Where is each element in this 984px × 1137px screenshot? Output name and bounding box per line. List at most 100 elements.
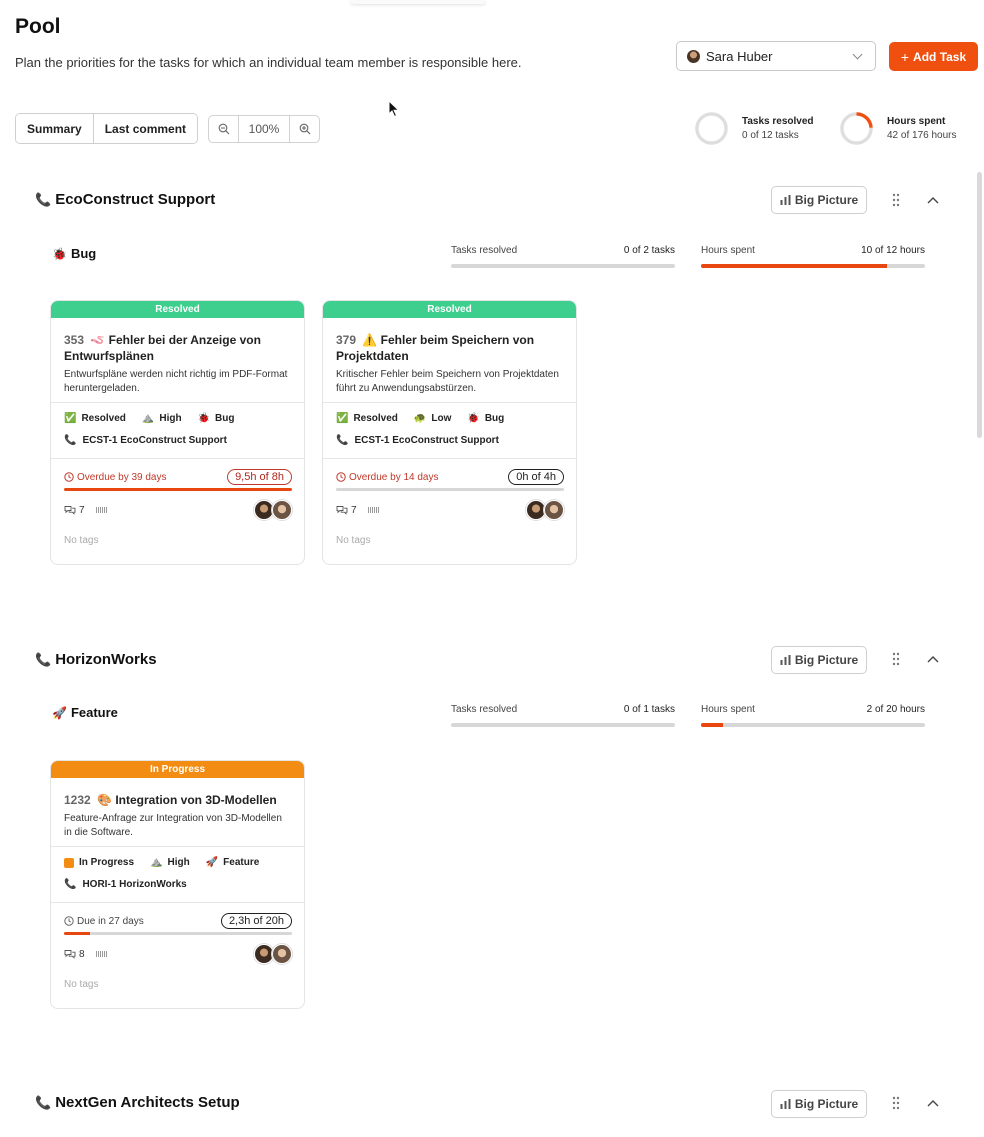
type-title: 🐞 Bug — [52, 246, 96, 261]
task-project[interactable]: 📞 ECST-1 EcoConstruct Support — [51, 424, 304, 458]
zoom-in-icon — [299, 123, 310, 135]
project-title: 📞 HorizonWorks — [35, 651, 157, 668]
tags-empty: No tags — [64, 535, 99, 546]
phone-icon: 📞 — [35, 651, 52, 667]
task-card[interactable]: In Progress 1232 🎨 Integration von 3D-Mo… — [50, 760, 305, 1009]
turtle-icon: 🐢 — [413, 413, 427, 424]
task-card[interactable]: Resolved 379 ⚠️ Fehler beim Speichern vo… — [322, 300, 577, 565]
bar-chart-icon — [780, 1099, 791, 1109]
priority-attr[interactable]: ⛰️ High — [150, 857, 190, 868]
avatar — [544, 500, 564, 520]
view-toggle: Summary Last comment — [15, 113, 199, 144]
chevron-up-icon[interactable] — [927, 196, 939, 204]
metric-label: Tasks resolved — [451, 245, 518, 256]
zoom-in-button[interactable] — [290, 116, 319, 142]
drag-handle-icon[interactable] — [891, 652, 901, 666]
project-name: EcoConstruct Support — [55, 191, 216, 208]
check-icon: ✅ — [336, 413, 349, 424]
zoom-out-button[interactable] — [209, 116, 238, 142]
avatar — [254, 500, 274, 520]
big-picture-label: Big Picture — [794, 653, 859, 667]
card-title[interactable]: 1232 🎨 Integration von 3D-Modellen — [51, 778, 304, 808]
priority-attr[interactable]: ⛰️ High — [142, 413, 182, 424]
due-text: Overdue by 39 days — [77, 471, 167, 483]
assignees[interactable] — [526, 500, 564, 520]
priority-attr[interactable]: 🐢 Low — [414, 413, 451, 424]
card-footer: 8 — [51, 935, 304, 965]
card-title[interactable]: 353 🪱 Fehler bei der Anzeige von Entwurf… — [51, 318, 304, 364]
priority-high-icon: ⛰️ — [150, 857, 163, 868]
due-status: Due in 27 days — [64, 916, 144, 927]
assignees[interactable] — [254, 500, 292, 520]
type-attr[interactable]: 🐞 Bug — [198, 413, 235, 424]
type-text: Feature — [223, 857, 260, 868]
scrollbar[interactable] — [977, 172, 982, 438]
task-card[interactable]: Resolved 353 🪱 Fehler bei der Anzeige vo… — [50, 300, 305, 565]
chevron-up-icon[interactable] — [927, 655, 939, 663]
metric-value: 0 of 2 tasks — [623, 245, 675, 256]
status-attr[interactable]: In Progress — [64, 857, 134, 868]
metric-value: 0 of 1 tasks — [623, 704, 675, 715]
task-description: Kritischer Fehler beim Speichern von Pro… — [336, 369, 559, 394]
hours-ring — [840, 112, 873, 145]
project-text: ECST-1 EcoConstruct Support — [354, 435, 499, 446]
type-text: Bug — [484, 413, 505, 424]
metric-label: Hours spent — [701, 704, 755, 715]
type-tasks-metric: Tasks resolved 0 of 1 tasks — [451, 704, 675, 727]
type-attr[interactable]: 🐞 Bug — [467, 413, 504, 424]
tab-last-comment[interactable]: Last comment — [92, 114, 198, 143]
task-attributes: In Progress ⛰️ High 🚀 Feature — [51, 847, 304, 868]
task-project[interactable]: 📞 ECST-1 EcoConstruct Support — [323, 424, 576, 458]
project-title: 📞 EcoConstruct Support — [35, 191, 215, 208]
add-task-button[interactable]: + Add Task — [889, 42, 978, 71]
comments-count[interactable]: 7 — [64, 505, 108, 516]
comments-icon — [336, 506, 348, 515]
assignees[interactable] — [254, 944, 292, 964]
stat-value: 0 of 12 tasks — [742, 130, 799, 141]
user-select[interactable]: Sara Huber — [676, 41, 876, 71]
bug-icon: 🐞 — [467, 413, 480, 424]
avatar — [272, 944, 292, 964]
metric-label: Hours spent — [701, 245, 755, 256]
status-band: In Progress — [51, 761, 304, 778]
status-attr[interactable]: ✅ Resolved — [64, 413, 126, 424]
card-title[interactable]: 379 ⚠️ Fehler beim Speichern von Projekt… — [323, 318, 576, 364]
add-task-label: Add Task — [913, 49, 967, 64]
big-picture-button[interactable]: Big Picture — [771, 1090, 867, 1118]
comments-count[interactable]: 7 — [336, 505, 380, 516]
zoom-out-icon — [218, 123, 229, 135]
phone-icon: 📞 — [64, 435, 77, 446]
clock-icon — [64, 472, 74, 482]
warning-icon: ⚠️ — [362, 333, 378, 347]
comments-count[interactable]: 8 — [64, 949, 108, 960]
status-attr[interactable]: ✅ Resolved — [336, 413, 398, 424]
big-picture-button[interactable]: Big Picture — [771, 646, 867, 674]
task-project[interactable]: 📞 HORI-1 HorizonWorks — [51, 868, 304, 902]
big-picture-label: Big Picture — [794, 193, 859, 207]
avatar — [254, 944, 274, 964]
stat-label: Hours spent — [887, 116, 946, 127]
due-row: Overdue by 39 days 9,5h of 8h — [51, 459, 304, 485]
status-text: Resolved — [353, 413, 398, 424]
due-row: Due in 27 days 2,3h of 20h — [51, 903, 304, 929]
chevron-up-icon[interactable] — [927, 1099, 939, 1107]
tab-summary[interactable]: Summary — [16, 114, 93, 143]
metric-value: 2 of 20 hours — [866, 704, 925, 715]
type-name: Bug — [70, 246, 97, 261]
bug-icon: 🐞 — [52, 246, 67, 261]
clock-icon — [64, 916, 74, 926]
big-picture-button[interactable]: Big Picture — [771, 186, 867, 214]
card-footer: 7 — [51, 491, 304, 521]
stat-hours-spent: Hours spent 42 of 176 hours — [839, 111, 957, 146]
task-id: 379 — [336, 333, 357, 347]
comments-icon — [64, 950, 76, 959]
due-status: Overdue by 39 days — [64, 472, 167, 483]
metric-label: Tasks resolved — [451, 704, 518, 715]
bar-chart-icon — [780, 655, 791, 665]
top-panel-edge — [350, 0, 486, 4]
drag-handle-icon[interactable] — [891, 193, 901, 207]
priority-text: High — [159, 413, 182, 424]
drag-handle-icon[interactable] — [891, 1096, 901, 1110]
type-attr[interactable]: 🚀 Feature — [206, 857, 260, 868]
phone-icon: 📞 — [35, 191, 52, 207]
